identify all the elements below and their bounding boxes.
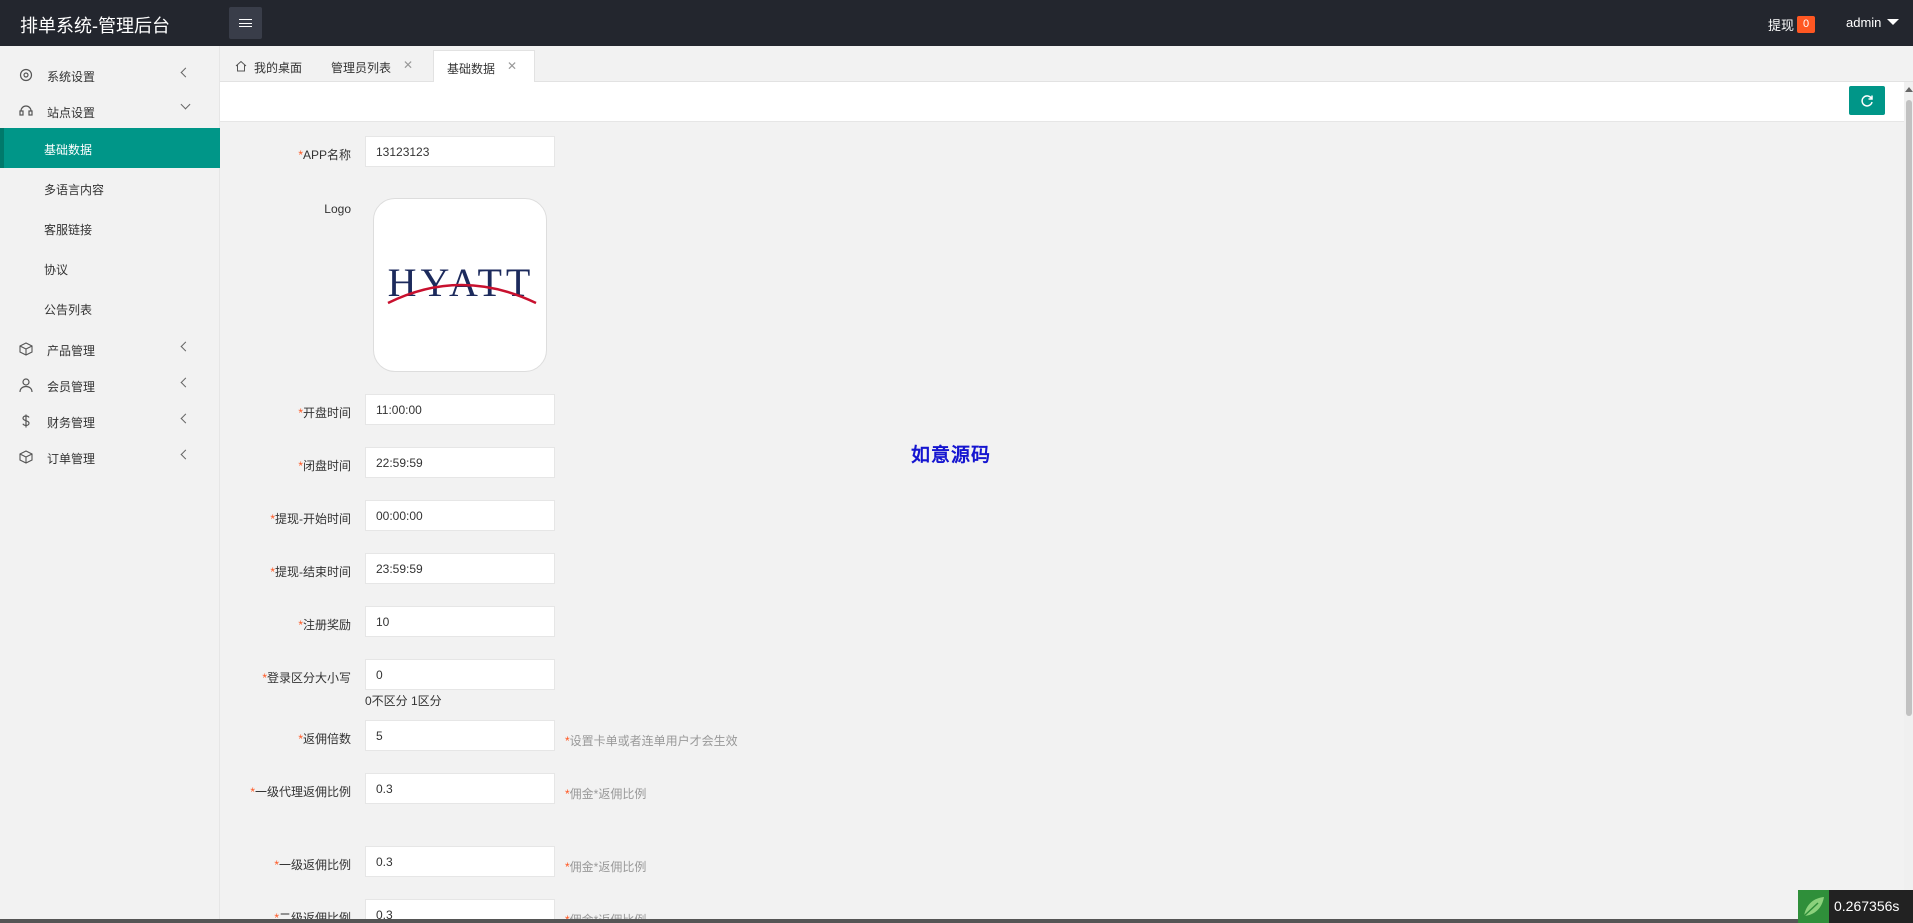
sidebar-item-system-settings[interactable]: 系统设置 [0, 57, 220, 91]
tab-bar: 我的桌面 管理员列表 ✕ 基础数据 ✕ [220, 46, 1913, 82]
svg-text:HYATT: HYATT [388, 260, 535, 305]
tab-label: 我的桌面 [254, 61, 303, 75]
sidebar-item-label: 产品管理 [47, 344, 96, 358]
level1-ratio-hint: *佣金*返佣比例 [565, 860, 647, 874]
chevron-left-icon [180, 67, 191, 78]
tab-label: 基础数据 [447, 62, 496, 76]
sidebar: 系统设置 站点设置 基础数据 多语言内容 客服链接 协议 公告列表 产品管理 会… [0, 46, 220, 923]
sidebar-item-site-settings[interactable]: 站点设置 [0, 93, 220, 127]
sidebar-item-products[interactable]: 产品管理 [0, 331, 220, 365]
sidebar-subitem-multilang[interactable]: 多语言内容 [0, 168, 220, 208]
app-title: 排单系统-管理后台 [20, 16, 170, 36]
hamburger-icon [239, 19, 252, 27]
sidebar-item-finance[interactable]: 财务管理 [0, 403, 220, 437]
agent-ratio-input[interactable] [365, 773, 555, 804]
sidebar-subitem-label: 公告列表 [44, 303, 93, 317]
level1-ratio-input[interactable] [365, 846, 555, 877]
leaf-icon [1798, 890, 1829, 923]
scrollbar-thumb[interactable] [1906, 100, 1912, 716]
refresh-icon [1861, 95, 1873, 107]
logo-upload[interactable]: HYATT [373, 198, 547, 372]
agent-ratio-hint: *佣金*返佣比例 [565, 787, 647, 801]
sidebar-item-members[interactable]: 会员管理 [0, 367, 220, 401]
sidebar-subitem-label: 协议 [44, 263, 69, 277]
field-label-case-sensitive: *登录区分大小写 [262, 671, 351, 685]
case-sensitive-help: 0不区分 1区分 [365, 694, 442, 708]
field-label-withdraw-end: *提现-结束时间 [270, 565, 351, 579]
user-menu[interactable]: admin [1846, 15, 1881, 30]
bottom-strip [0, 919, 1913, 923]
chevron-left-icon [180, 413, 191, 424]
watermark-text: 如意源码 [911, 445, 992, 466]
sidebar-subitem-label: 客服链接 [44, 223, 93, 237]
sidebar-subitem-announcements[interactable]: 公告列表 [0, 288, 220, 328]
field-label-open-time: *开盘时间 [298, 406, 351, 420]
sidebar-subitem-basic-data[interactable]: 基础数据 [0, 128, 220, 168]
field-label-logo: Logo [324, 202, 351, 216]
sidebar-item-label: 系统设置 [47, 70, 96, 84]
site-icon [19, 105, 33, 116]
sidebar-item-label: 会员管理 [47, 380, 96, 394]
user-icon [19, 378, 33, 393]
field-label-withdraw-start: *提现-开始时间 [270, 512, 351, 526]
refresh-button[interactable] [1849, 86, 1885, 115]
withdraw-start-input[interactable] [365, 500, 555, 531]
app-name-input[interactable] [365, 136, 555, 167]
withdraw-count-badge: 0 [1797, 16, 1815, 33]
chevron-down-icon [180, 99, 191, 110]
field-label-close-time: *闭盘时间 [298, 459, 351, 473]
sidebar-item-label: 站点设置 [47, 106, 96, 120]
menu-toggle-button[interactable] [229, 7, 262, 39]
close-time-input[interactable] [365, 447, 555, 478]
hyatt-logo-image: HYATT [387, 260, 537, 305]
tab-my-desktop[interactable]: 我的桌面 [220, 50, 318, 82]
top-bar: 排单系统-管理后台 提现 0 admin [0, 0, 1913, 46]
sidebar-subitem-label: 多语言内容 [44, 183, 105, 197]
chevron-left-icon [180, 341, 191, 352]
field-label-commission-multiplier: *返佣倍数 [298, 732, 351, 746]
case-sensitive-input[interactable] [365, 659, 555, 690]
sidebar-subitem-support-link[interactable]: 客服链接 [0, 208, 220, 248]
field-label-agent-ratio: *一级代理返佣比例 [250, 785, 351, 799]
box-icon [19, 342, 33, 356]
tab-basic-data[interactable]: 基础数据 ✕ [433, 50, 535, 82]
withdraw-end-input[interactable] [365, 553, 555, 584]
sidebar-subitem-label: 基础数据 [44, 143, 93, 157]
sidebar-subitem-agreement[interactable]: 协议 [0, 248, 220, 288]
close-icon[interactable]: ✕ [506, 60, 518, 72]
sidebar-item-label: 财务管理 [47, 416, 96, 430]
tab-label: 管理员列表 [331, 61, 392, 75]
sidebar-item-orders[interactable]: 订单管理 [0, 439, 220, 473]
register-reward-input[interactable] [365, 606, 555, 637]
field-label-level1-ratio: *一级返佣比例 [274, 858, 351, 872]
dollar-icon [22, 414, 30, 428]
home-icon [235, 60, 247, 72]
chevron-left-icon [180, 377, 191, 388]
commission-multiplier-input[interactable] [365, 720, 555, 751]
field-label-app-name: *APP名称 [298, 148, 351, 162]
withdraw-link[interactable]: 提现 [1768, 15, 1794, 34]
field-label-register-reward: *注册奖励 [298, 618, 351, 632]
caret-down-icon[interactable] [1887, 19, 1899, 25]
commission-multiplier-hint: *设置卡单或者连单用户才会生效 [565, 734, 738, 748]
close-icon[interactable]: ✕ [402, 59, 414, 71]
open-time-input[interactable] [365, 394, 555, 425]
sidebar-item-label: 订单管理 [47, 452, 96, 466]
tab-admin-list[interactable]: 管理员列表 ✕ [318, 50, 433, 82]
gear-icon [19, 68, 33, 82]
load-timer: 0.267356s [1798, 890, 1913, 923]
content-toolbar [220, 82, 1913, 122]
chevron-left-icon [180, 449, 191, 460]
scroll-up-arrow-icon[interactable] [1905, 87, 1913, 92]
load-timer-text: 0.267356s [1834, 898, 1900, 914]
order-icon [19, 450, 33, 464]
